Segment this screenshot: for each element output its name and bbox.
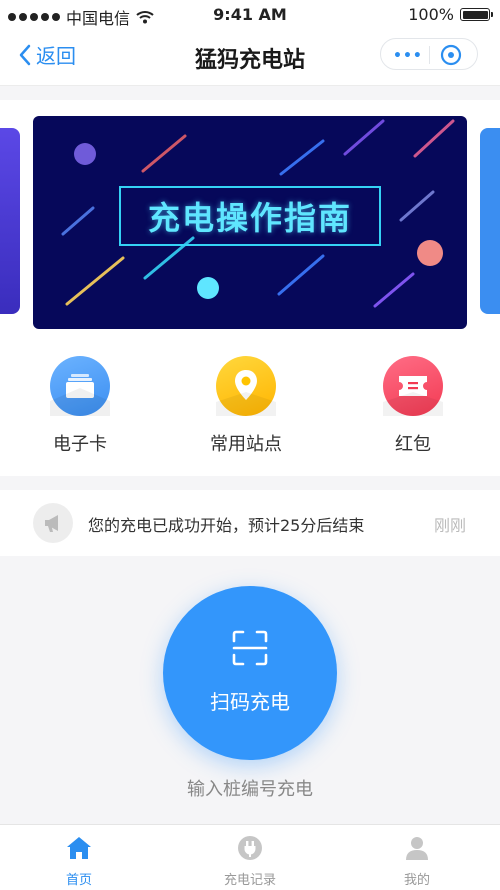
- scan-charge-button[interactable]: 扫码充电: [163, 586, 337, 760]
- close-icon[interactable]: [439, 43, 463, 67]
- quick-menu-label: 电子卡: [53, 434, 107, 455]
- scan-icon: [232, 630, 268, 666]
- tab-label: 充电记录: [223, 873, 276, 888]
- home-icon: [67, 837, 91, 859]
- tab-home[interactable]: 首页: [19, 835, 139, 888]
- tab-charge-records[interactable]: 充电记录: [190, 835, 310, 888]
- notice-time: 刚刚: [433, 516, 466, 535]
- quick-menu-card[interactable]: 电子卡: [20, 356, 140, 456]
- banner-carousel[interactable]: 充电操作指南: [0, 100, 500, 340]
- tab-mine[interactable]: 我的: [357, 835, 477, 888]
- battery-icon: [460, 8, 493, 21]
- quick-menu-favorites[interactable]: 常用站点: [186, 356, 306, 456]
- more-button[interactable]: •••: [393, 48, 423, 64]
- card-icon: [50, 356, 110, 416]
- battery-percent: 100%: [408, 5, 454, 24]
- status-bar: 中国电信 9:41 AM 100%: [0, 0, 500, 30]
- tab-bar: 首页 充电记录 我的: [0, 824, 500, 890]
- input-pile-number-link[interactable]: 输入桩编号充电: [0, 775, 500, 801]
- navigation-bar: 返回 猛犸充电站 •••: [0, 30, 500, 86]
- tab-label: 我的: [403, 873, 430, 888]
- notice-text: 您的充电已成功开始，预计25分后结束: [88, 516, 365, 535]
- notice-bar[interactable]: 您的充电已成功开始，预计25分后结束 刚刚: [0, 490, 500, 556]
- quick-menu-red-packet[interactable]: 红包: [353, 356, 473, 456]
- quick-menu-label: 红包: [395, 434, 431, 455]
- red-packet-icon: [383, 356, 443, 416]
- status-right: 100%: [408, 5, 493, 24]
- quick-menu: 电子卡 常用站点 红包: [0, 340, 500, 476]
- banner-title: 充电操作指南: [119, 186, 381, 246]
- scan-charge-label: 扫码充电: [210, 690, 290, 714]
- megaphone-icon: [33, 503, 73, 543]
- user-icon: [406, 837, 428, 860]
- tab-label: 首页: [65, 873, 92, 888]
- quick-menu-label: 常用站点: [210, 434, 282, 455]
- mini-program-capsule: •••: [380, 38, 478, 70]
- plug-icon: [238, 836, 262, 860]
- banner-next[interactable]: [480, 128, 500, 314]
- banner-previous[interactable]: [0, 128, 20, 314]
- capsule-divider: [429, 46, 430, 64]
- location-pin-icon: [216, 356, 276, 416]
- banner-guide[interactable]: 充电操作指南: [33, 116, 467, 329]
